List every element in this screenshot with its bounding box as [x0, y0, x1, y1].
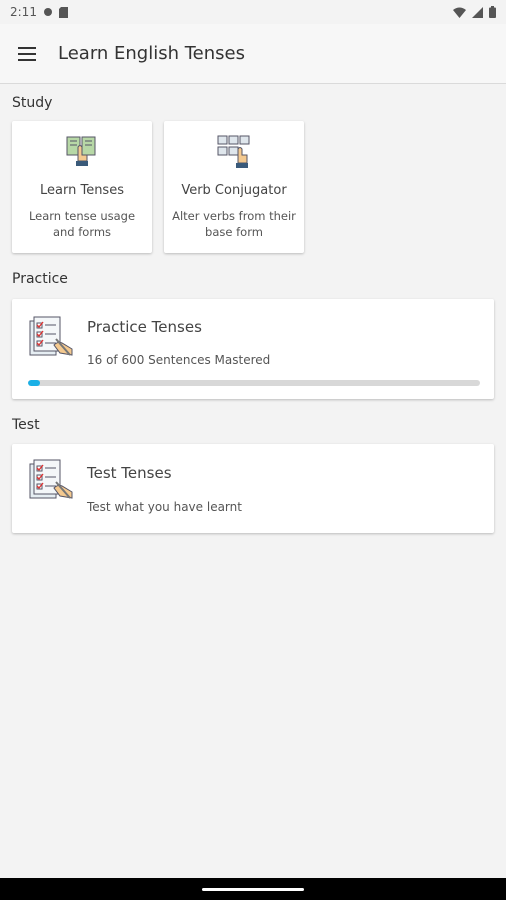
verb-conjugator-card[interactable]: Verb Conjugator Alter verbs from their b… — [164, 121, 304, 253]
status-time: 2:11 — [10, 5, 37, 19]
checklist-pencil-icon — [29, 459, 73, 499]
section-label-study: Study — [12, 95, 53, 111]
section-label-practice: Practice — [12, 271, 68, 287]
test-tenses-subtitle: Test what you have learnt — [87, 500, 242, 514]
status-left: 2:11 — [10, 5, 68, 19]
test-tenses-card[interactable]: Test Tenses Test what you have learnt — [12, 444, 494, 533]
wifi-icon — [453, 7, 466, 18]
keyboard-hand-icon — [217, 135, 250, 168]
learn-tenses-title: Learn Tenses — [40, 183, 124, 198]
verb-conjugator-subtitle: Alter verbs from their base form — [172, 209, 296, 239]
book-hand-icon — [66, 136, 96, 166]
practice-tenses-title: Practice Tenses — [87, 318, 202, 336]
practice-progress-bar — [28, 380, 480, 386]
practice-tenses-subtitle: 16 of 600 Sentences Mastered — [87, 353, 271, 367]
app-bar: Learn English Tenses — [0, 24, 506, 84]
hamburger-icon — [18, 46, 36, 61]
system-nav-bar — [0, 878, 506, 900]
verb-conjugator-title: Verb Conjugator — [181, 183, 287, 198]
practice-progress-fill — [28, 380, 41, 386]
section-label-test: Test — [12, 417, 40, 433]
battery-icon — [489, 6, 496, 18]
test-tenses-title: Test Tenses — [87, 464, 172, 482]
practice-tenses-card[interactable]: Practice Tenses 16 of 600 Sentences Mast… — [12, 299, 494, 399]
page-title: Learn English Tenses — [58, 43, 245, 64]
learn-tenses-card[interactable]: Learn Tenses Learn tense usage and forms — [12, 121, 152, 253]
learn-tenses-subtitle: Learn tense usage and forms — [28, 209, 136, 239]
notification-icon — [43, 8, 52, 16]
signal-icon — [472, 6, 483, 18]
home-indicator[interactable] — [202, 887, 304, 891]
status-right — [453, 6, 496, 18]
checklist-pencil-icon — [29, 316, 73, 356]
sd-card-icon — [58, 6, 68, 18]
status-bar: 2:11 — [0, 0, 506, 24]
menu-button[interactable] — [0, 24, 54, 84]
